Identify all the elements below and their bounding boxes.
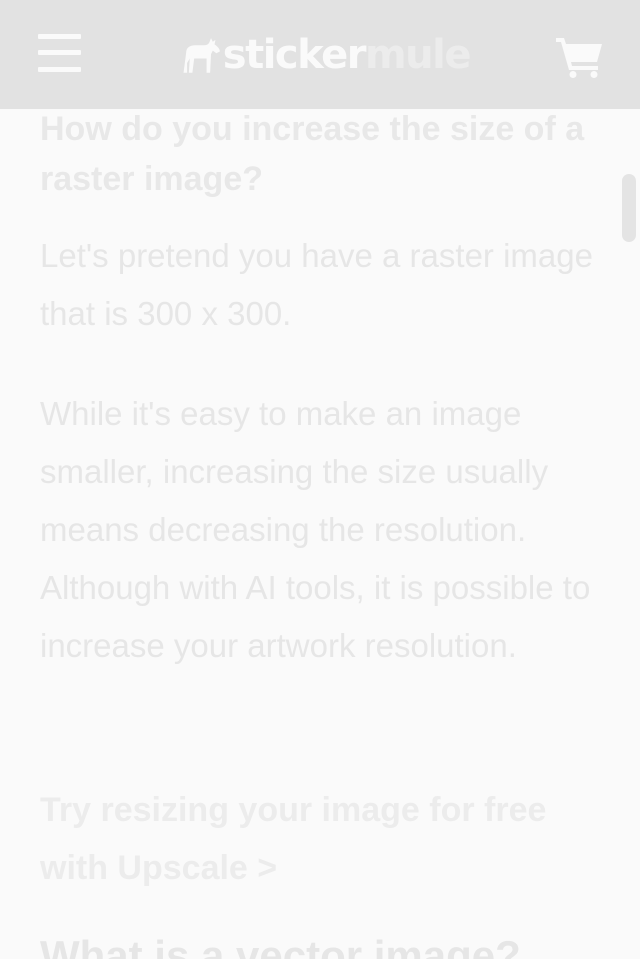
paragraph: Let's pretend you have a raster image th… — [40, 237, 593, 332]
logo-mule-text: mule — [365, 32, 472, 78]
mule-logo-icon — [183, 38, 220, 73]
hamburger-menu-icon[interactable] — [38, 34, 81, 74]
logo-wordmark: stickermule — [222, 32, 472, 78]
shopping-cart-icon[interactable] — [556, 36, 604, 78]
article-content: How do you increase the size of a raster… — [40, 104, 610, 959]
paragraph: While it's easy to make an image smaller… — [40, 395, 591, 664]
top-navigation-bar: stickermule — [0, 0, 640, 109]
upscale-link[interactable]: Try resizing your image for free with Up… — [40, 781, 610, 897]
logo-sticker-text: sticker — [222, 32, 367, 78]
scrollbar-thumb[interactable] — [622, 174, 636, 242]
next-section-heading: What is a vector image? — [40, 932, 521, 959]
section-heading: How do you increase the size of a raster… — [40, 110, 585, 198]
sticker-mule-logo[interactable]: stickermule — [180, 30, 472, 80]
page: stickermule How do you increase the size… — [0, 0, 640, 959]
